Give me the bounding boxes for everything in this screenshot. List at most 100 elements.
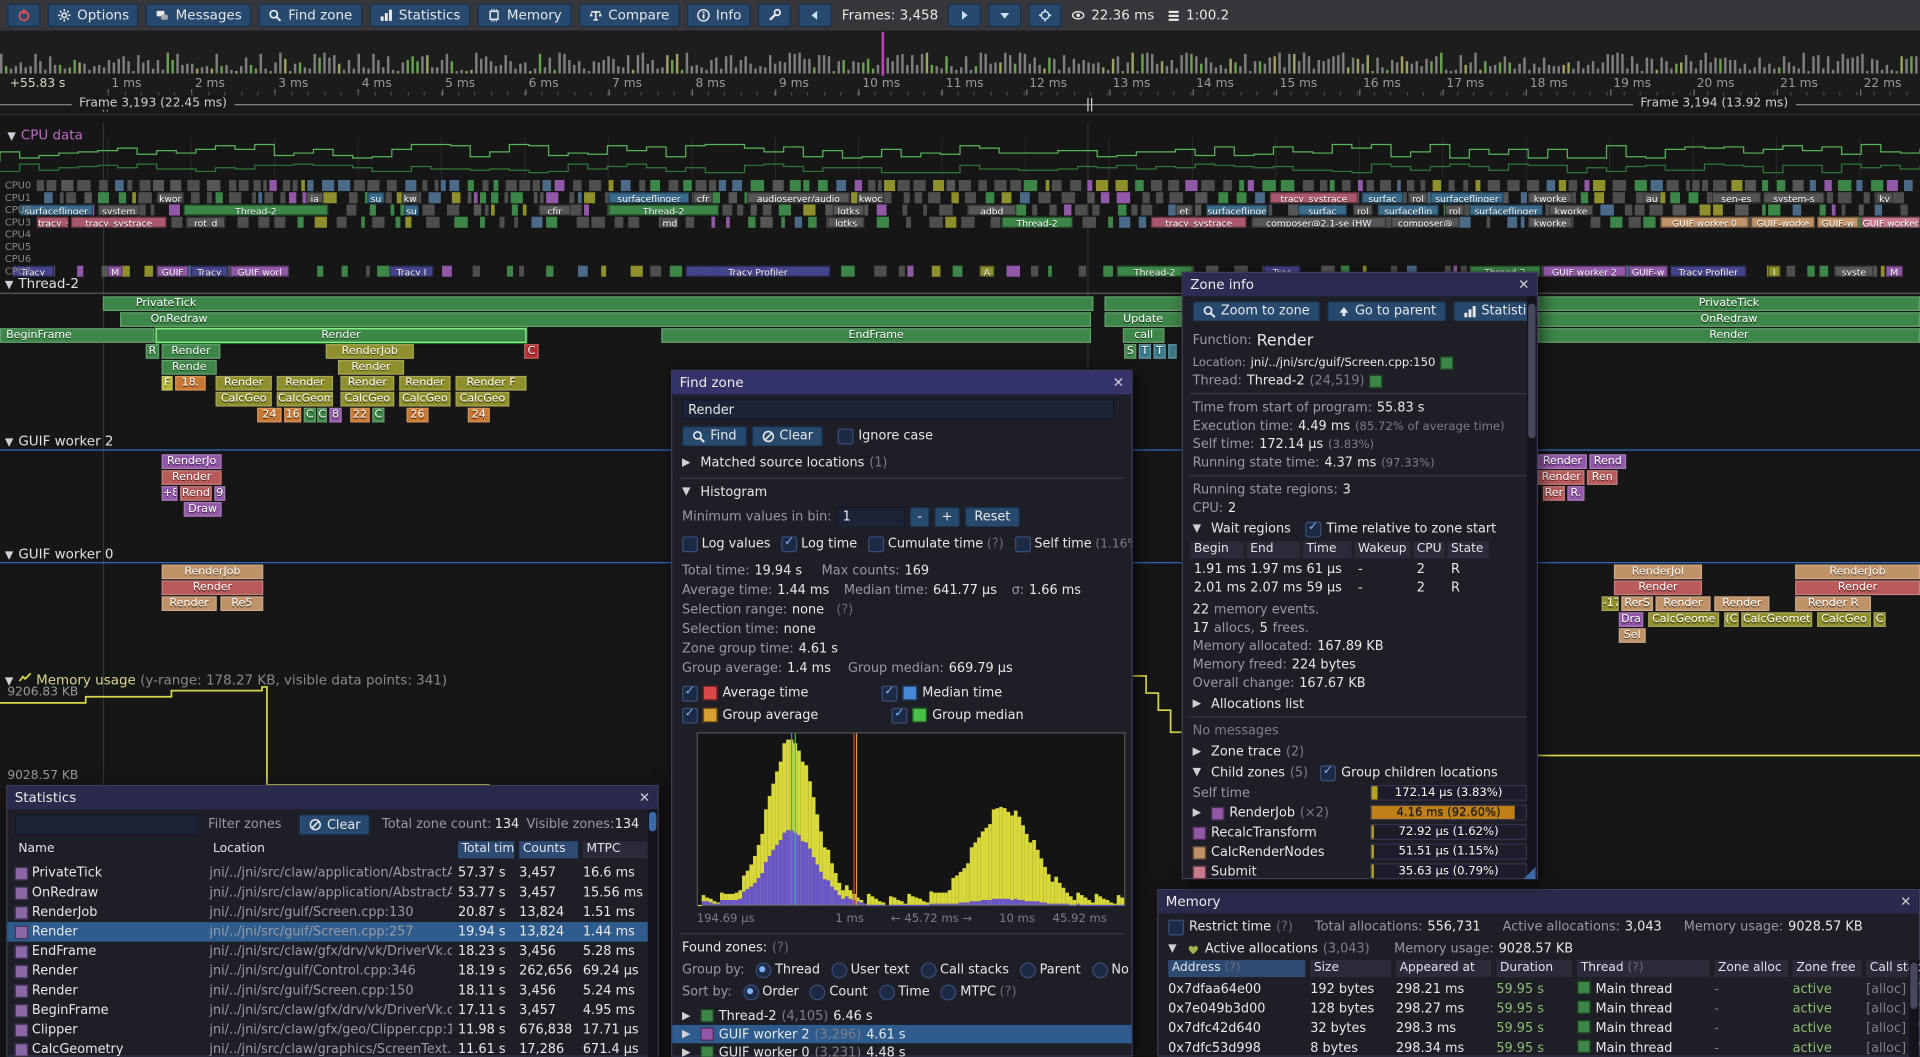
cpu-zone[interactable]: composer@2.1-se (HW [1251, 217, 1386, 228]
cpu-zone[interactable]: surfaceflinger [1469, 204, 1542, 215]
timeline-zone[interactable]: RenderJob [162, 564, 264, 579]
clear-button[interactable]: Clear [751, 426, 823, 446]
guif-worker-2-header[interactable]: ▼GUIF worker 2 [5, 433, 114, 449]
timeline-zone[interactable]: Render F [456, 376, 527, 391]
cpu-zone[interactable]: I [1768, 266, 1780, 277]
timeline-zone[interactable]: RenderJo [162, 454, 222, 469]
series-checkbox-3[interactable] [892, 707, 908, 723]
wait-column-begin[interactable]: Begin [1190, 541, 1244, 558]
timeline-zone[interactable]: Render [1538, 470, 1585, 485]
cpu-zone[interactable]: composer@ [1391, 217, 1460, 228]
found-zone-group[interactable]: ▶Thread-2(4,105)6.46 s [672, 1007, 1131, 1025]
cpu-zone[interactable]: audioserver/audio [747, 192, 850, 203]
timeline-zone[interactable]: C [524, 344, 539, 359]
timeline-zone[interactable]: 24 [257, 408, 281, 423]
timeline-zone[interactable]: Render [162, 470, 222, 485]
timeline-zone[interactable]: R. [1567, 486, 1584, 501]
allocation-row[interactable]: 0x7dfc53d9988 bytes298.34 ms59.95 sMain … [1158, 1038, 1918, 1056]
timeline-zone[interactable]: C [317, 408, 327, 423]
close-icon[interactable]: ✕ [1900, 894, 1911, 910]
timeline-zone[interactable]: Render [156, 328, 527, 343]
radio-user-text[interactable] [831, 962, 847, 978]
reset-button[interactable]: Reset [965, 507, 1021, 527]
column-header-appeared-at[interactable]: Appeared at [1396, 960, 1492, 977]
timeline-zone[interactable]: Render [338, 360, 404, 375]
timeline-zone[interactable]: Update [1104, 312, 1181, 327]
timeline-zone[interactable]: C [304, 408, 316, 423]
timeline-zone[interactable]: Render [340, 376, 394, 391]
column-header-zone-free[interactable]: Zone free [1793, 960, 1862, 977]
allocation-row[interactable]: 0x7dfaa64e00192 bytes298.21 ms59.95 sMai… [1158, 980, 1918, 1000]
radio-count[interactable] [810, 984, 826, 1000]
radio-parent[interactable] [1020, 962, 1036, 978]
call-stack-alloc-link[interactable]: [alloc] [1866, 1002, 1906, 1017]
table-row[interactable]: CalcGeometryjni/../jni/src/claw/graphics… [7, 1040, 657, 1057]
table-row[interactable]: EndFramejni/../jni/src/claw/gfx/drv/vk/D… [7, 942, 657, 962]
table-row[interactable]: RenderJobjni/../jni/src/guif/Screen.cpp:… [7, 902, 657, 922]
memory-scrollbar[interactable] [1909, 960, 1919, 1057]
column-header-address[interactable]: Address (?) [1168, 960, 1305, 977]
timeline-zone[interactable]: RenderJob [326, 344, 414, 359]
cpu-zone[interactable]: kworke [1528, 192, 1572, 203]
table-row[interactable]: Renderjni/../jni/src/guif/Screen.cpp:257… [7, 922, 657, 942]
timeline-zone[interactable]: EndFrame [661, 328, 1091, 343]
timeline-zone[interactable]: Render [162, 580, 264, 595]
cpu-zone[interactable]: au [1643, 192, 1660, 203]
find-button[interactable]: Find [682, 426, 746, 446]
child-zone-row[interactable]: Submit35.63 μs (0.79%) [1183, 862, 1537, 882]
timeline-zone[interactable]: CalcGeome [1648, 612, 1719, 627]
timeline-zone[interactable]: Draw [184, 502, 222, 517]
timeline-zone[interactable]: 24 [468, 408, 490, 423]
time-relative-checkbox[interactable] [1306, 521, 1322, 537]
timeline-zone[interactable]: CalcGeo [216, 392, 272, 407]
collapse-icon[interactable]: ▼ [7, 131, 20, 143]
timeline-zone[interactable]: 22 [350, 408, 370, 423]
min-bin-increase-button[interactable]: + [934, 507, 959, 527]
cpu-zone[interactable]: kworke [1549, 204, 1593, 215]
table-row[interactable]: Renderjni/../jni/src/guif/Screen.cpp:150… [7, 981, 657, 1001]
alloc-address[interactable]: 0x7dfaa64e00 [1168, 980, 1305, 1000]
min-bin-decrease-button[interactable]: - [910, 507, 929, 527]
cpu-zone[interactable]: Thread-2 [184, 204, 328, 215]
timeline-zone[interactable]: BeginFrame [0, 328, 154, 343]
cpu-zone[interactable]: su [404, 204, 419, 215]
close-icon[interactable]: ✕ [639, 790, 650, 806]
cpu-zone[interactable]: surfac [1298, 204, 1347, 215]
next-frame-button[interactable] [948, 4, 981, 27]
zone-info-titlebar[interactable]: Zone info ✕ [1183, 273, 1537, 296]
thread-2-header[interactable]: ▼Thread-2 [5, 276, 79, 292]
guif-worker-0-header[interactable]: ▼GUIF worker 0 [5, 546, 114, 562]
self-time-checkbox[interactable] [1015, 536, 1031, 552]
table-row[interactable]: Renderjni/../jni/src/guif/Control.cpp:34… [7, 961, 657, 981]
cpu-zone[interactable]: system-s [1763, 192, 1824, 203]
timeline-zone[interactable]: OnRedraw [120, 312, 1091, 327]
frame-set-button[interactable] [988, 4, 1021, 27]
cpu-zone[interactable]: kworke [1528, 217, 1572, 228]
cpu-zone[interactable]: kw [402, 192, 419, 203]
timeline-zone[interactable]: Render [1538, 454, 1587, 469]
table-row[interactable]: PrivateTickjni/../jni/src/claw/applicati… [7, 863, 657, 883]
timeline-zone[interactable]: Render [1656, 596, 1711, 611]
resize-grip[interactable] [1523, 867, 1535, 879]
timeline-zone[interactable]: 9 [214, 486, 225, 501]
radio-time[interactable] [879, 984, 895, 1000]
min-bin-input[interactable] [837, 507, 906, 527]
cpu-zone[interactable]: su [367, 192, 384, 203]
column-header-total-tim[interactable]: Total tim [458, 841, 514, 858]
column-header-location[interactable]: Location [209, 841, 451, 858]
cpu-zone[interactable]: et [1176, 204, 1193, 215]
cpu-zone[interactable]: M [108, 266, 123, 277]
frame-label[interactable]: Frame 3,193 (22.45 ms) [72, 97, 234, 110]
cpu-data-header[interactable]: ▼CPU data [7, 127, 82, 143]
table-row[interactable]: Clipperjni/../jni/src/claw/gfx/geo/Clipp… [7, 1020, 657, 1040]
cpu-zone[interactable]: tracy_systrace [1151, 217, 1247, 228]
cpu-zone[interactable]: GUIF worker 0 [1660, 217, 1748, 228]
cpu-zone[interactable]: Tracy Profiler [1670, 266, 1746, 277]
wait-column-end[interactable]: End [1247, 541, 1301, 558]
timeline-zone[interactable]: PrivateTick [103, 296, 1094, 311]
timeline-zone[interactable]: Render [1795, 580, 1920, 595]
alloc-address[interactable]: 0x7e049b3d00 [1168, 999, 1305, 1019]
timeline-zone[interactable]: 26 [407, 408, 429, 423]
cpu-zone[interactable]: surfaceflinger [1206, 204, 1267, 215]
child-zone-row[interactable]: CalcRenderNodes51.51 μs (1.15%) [1183, 842, 1537, 862]
